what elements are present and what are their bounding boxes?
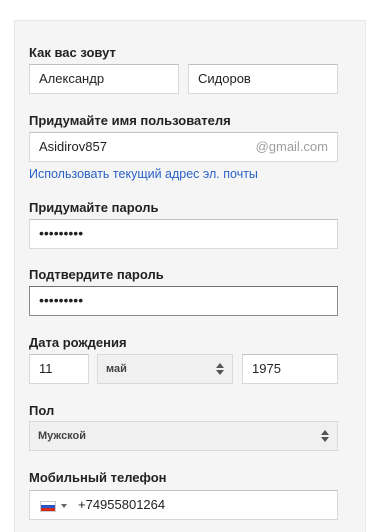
russia-flag-icon[interactable] <box>40 501 56 512</box>
select-arrows-icon <box>321 429 329 443</box>
birth-month-select[interactable]: май <box>97 354 233 384</box>
birth-year-field[interactable]: 1975 <box>242 354 338 384</box>
password-label: Придумайте пароль <box>29 200 159 215</box>
birthdate-label: Дата рождения <box>29 335 127 350</box>
username-label: Придумайте имя пользователя <box>29 113 231 128</box>
birth-day-field[interactable]: 11 <box>29 354 89 384</box>
gmail-suffix: @gmail.com <box>255 139 328 154</box>
phone-value: +74955801264 <box>78 497 166 512</box>
username-value: Asidirov857 <box>39 139 107 154</box>
confirm-password-label: Подтвердите пароль <box>29 267 164 282</box>
last-name-field[interactable]: Сидоров <box>188 64 338 94</box>
first-name-field[interactable]: Александр <box>29 64 179 94</box>
confirm-password-field[interactable]: ••••••••• <box>29 286 338 316</box>
gender-value: Мужской <box>38 430 87 442</box>
select-arrows-icon <box>216 362 224 376</box>
password-field[interactable]: ••••••••• <box>29 219 338 249</box>
gender-select[interactable]: Мужской <box>29 421 338 451</box>
gender-label: Пол <box>29 403 55 418</box>
birth-month-value: май <box>106 363 127 375</box>
name-label: Как вас зовут <box>29 45 116 60</box>
chevron-down-icon[interactable] <box>61 504 67 508</box>
username-field[interactable]: Asidirov857 @gmail.com <box>29 132 338 162</box>
use-current-email-link[interactable]: Использовать текущий адрес эл. почты <box>29 167 258 181</box>
phone-field[interactable]: +74955801264 <box>29 490 338 520</box>
phone-label: Мобильный телефон <box>29 470 167 485</box>
